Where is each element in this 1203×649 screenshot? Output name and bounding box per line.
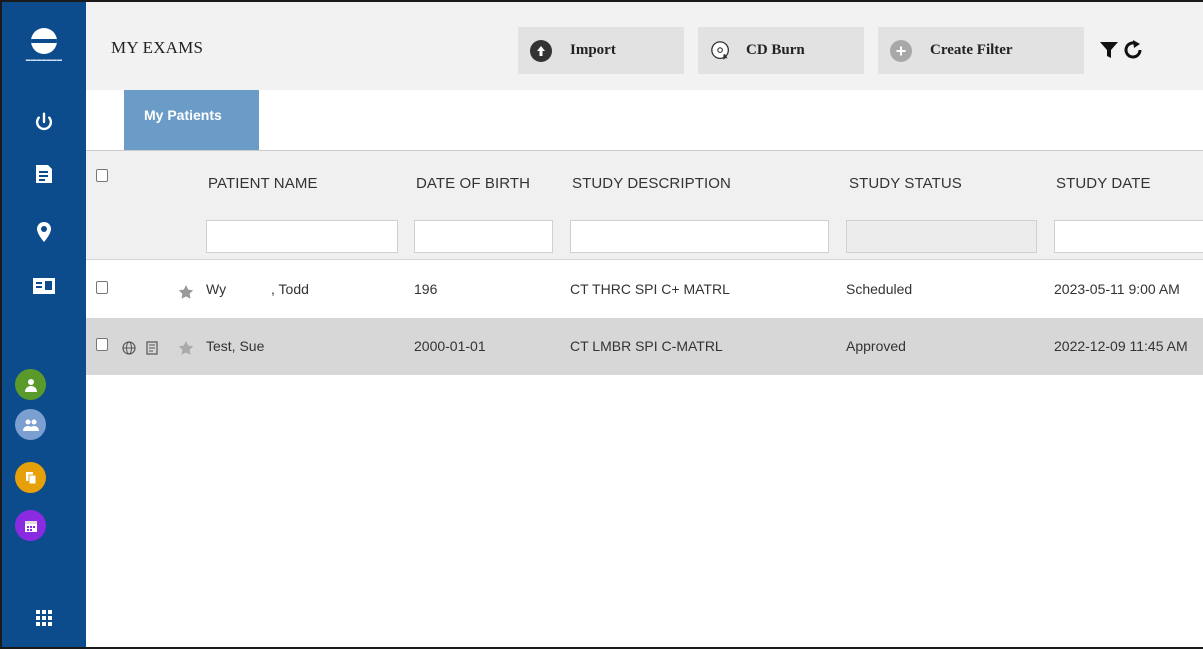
patient-name-cell-rest: , Todd <box>271 281 309 297</box>
app-window: ▬▬▬▬▬▬▬ MY EXAMS Import CD Burn Create F… <box>0 0 1203 649</box>
apps-grid-icon[interactable] <box>2 598 86 638</box>
study-date-cell: 2023-05-11 9:00 AM <box>1054 281 1180 297</box>
column-header-date-of-birth[interactable]: DATE OF BIRTH <box>416 175 530 192</box>
calendar-icon[interactable] <box>15 510 46 541</box>
select-all-checkbox[interactable] <box>96 169 108 182</box>
table-header: PATIENT NAME DATE OF BIRTH STUDY DESCRIP… <box>86 150 1203 260</box>
filter-tools <box>1099 38 1145 62</box>
location-pin-icon[interactable] <box>2 212 86 252</box>
row-checkbox[interactable] <box>96 338 108 351</box>
import-icon <box>530 39 552 62</box>
column-header-study-description[interactable]: STUDY DESCRIPTION <box>572 175 731 192</box>
add-icon <box>890 39 912 62</box>
column-header-study-status[interactable]: STUDY STATUS <box>849 175 962 192</box>
copy-icon[interactable] <box>15 462 46 493</box>
study-description-filter-input[interactable] <box>570 220 829 253</box>
cd-burn-button[interactable]: CD Burn <box>698 27 864 74</box>
star-icon[interactable] <box>178 284 194 300</box>
sidebar: ▬▬▬▬▬▬▬ <box>2 2 86 647</box>
header: MY EXAMS Import CD Burn Create Filter <box>86 2 1203 90</box>
date-of-birth-cell: 196 <box>414 281 438 297</box>
date-of-birth-filter-input[interactable] <box>414 220 553 253</box>
tabs-bar: My Patients <box>86 90 1203 150</box>
study-description-cell: CT LMBR SPI C-MATRL <box>570 338 723 354</box>
cd-burn-label: CD Burn <box>746 42 805 58</box>
create-filter-label: Create Filter <box>930 42 1013 58</box>
power-icon[interactable] <box>2 102 86 142</box>
logo-icon <box>31 27 57 54</box>
table-row[interactable]: Test, Sue 2000-01-01 CT LMBR SPI C-MATRL… <box>86 318 1203 375</box>
column-header-patient-name[interactable]: PATIENT NAME <box>208 175 318 192</box>
cd-burn-icon <box>710 40 732 62</box>
group-icon[interactable] <box>15 409 46 440</box>
user-icon[interactable] <box>15 369 46 400</box>
study-description-cell: CT THRC SPI C+ MATRL <box>570 281 730 297</box>
report-icon[interactable] <box>146 341 158 355</box>
exams-table: PATIENT NAME DATE OF BIRTH STUDY DESCRIP… <box>86 150 1203 647</box>
logo: ▬▬▬▬▬▬▬ <box>2 2 86 88</box>
globe-icon[interactable] <box>122 341 136 355</box>
import-label: Import <box>570 42 616 58</box>
create-filter-button[interactable]: Create Filter <box>878 27 1084 74</box>
star-icon[interactable] <box>178 340 194 356</box>
patient-name-cell: Wy <box>206 281 227 297</box>
refresh-icon[interactable] <box>1121 38 1145 62</box>
date-of-birth-cell: 2000-01-01 <box>414 338 486 354</box>
study-status-filter-input[interactable] <box>846 220 1037 253</box>
document-icon[interactable] <box>2 154 86 194</box>
study-status-cell: Scheduled <box>846 281 913 297</box>
tab-my-patients[interactable]: My Patients <box>124 90 259 150</box>
table-row[interactable]: Wy , Todd 196 CT THRC SPI C+ MATRL Sched… <box>86 261 1203 318</box>
id-card-icon[interactable] <box>2 266 86 306</box>
study-date-cell: 2022-12-09 11:45 AM <box>1054 338 1188 354</box>
patient-name-filter-input[interactable] <box>206 220 398 253</box>
patient-name-cell: Test, Sue <box>206 338 265 354</box>
filter-icon[interactable] <box>1099 40 1119 60</box>
study-date-filter-input[interactable] <box>1054 220 1203 253</box>
column-header-study-date[interactable]: STUDY DATE <box>1056 175 1151 192</box>
logo-wordmark: ▬▬▬▬▬▬▬ <box>25 56 63 63</box>
page-title: MY EXAMS <box>111 38 204 57</box>
row-checkbox[interactable] <box>96 281 108 294</box>
import-button[interactable]: Import <box>518 27 684 74</box>
study-status-cell: Approved <box>846 338 906 354</box>
